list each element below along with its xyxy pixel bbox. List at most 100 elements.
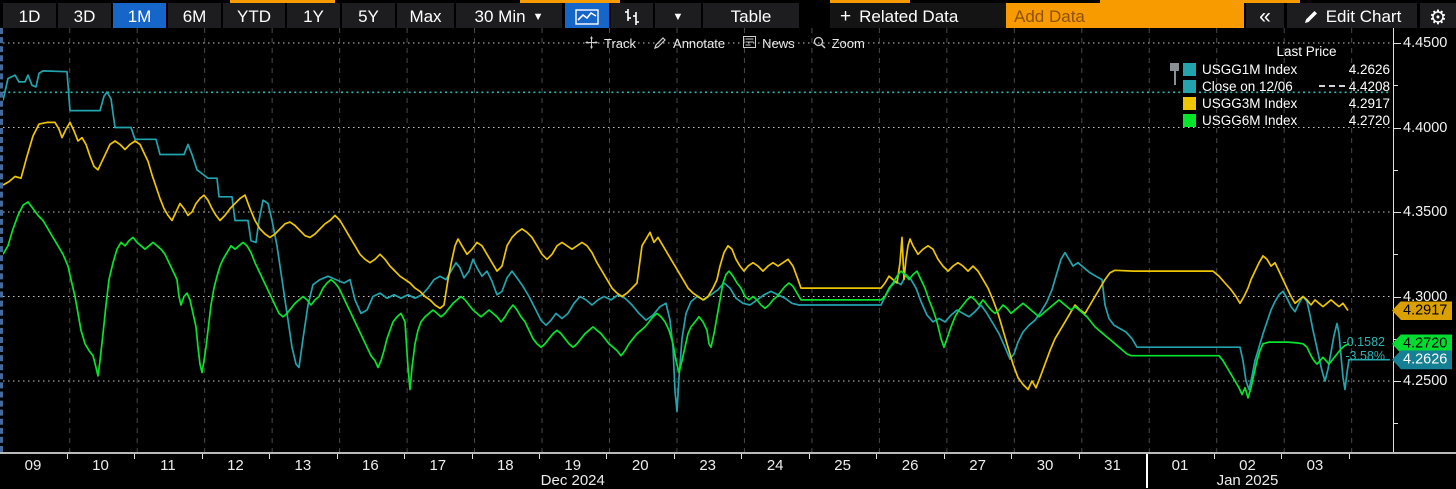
line-chart-type-button[interactable]: [565, 3, 609, 31]
x-axis-tick: [337, 454, 338, 459]
news-label: News: [762, 36, 795, 51]
x-axis-label: 12: [227, 457, 244, 474]
x-axis-tick: [539, 454, 540, 459]
x-axis-tick: [472, 454, 473, 459]
y-axis-label: 4.4000: [1403, 120, 1447, 136]
news-icon: [743, 36, 756, 51]
x-axis-tick: [404, 454, 405, 459]
x-axis-tick: [1011, 454, 1012, 459]
zoom-button[interactable]: Zoom: [813, 36, 865, 52]
top-toolbar: 1D3D1M6MYTD1Y5YMax 30 Min ▼ ▼ Table + Re…: [0, 0, 1456, 31]
y-axis-minor-tick: [1393, 423, 1398, 424]
series-swatch: [1183, 63, 1196, 76]
x-axis-label: 10: [92, 457, 109, 474]
y-axis-tick: [1393, 43, 1401, 44]
y-axis-tick: [1393, 128, 1401, 129]
net-change-label: -3.58%: [1325, 349, 1385, 363]
annotate-icon: [654, 36, 667, 52]
settings-gear-button[interactable]: ⚙: [1420, 3, 1456, 31]
range-button-1y[interactable]: 1Y: [287, 3, 340, 31]
range-button-1d[interactable]: 1D: [3, 3, 56, 31]
series-label: USGG6M Index: [1202, 113, 1349, 128]
x-axis-label: 24: [767, 457, 784, 474]
x-axis-label: 18: [497, 457, 514, 474]
x-axis-label: 09: [25, 457, 42, 474]
x-axis-label: 23: [699, 457, 716, 474]
series-label: Close on 12/06: [1202, 79, 1319, 94]
add-data-input[interactable]: [1006, 3, 1244, 31]
interval-dropdown[interactable]: 30 Min ▼: [456, 3, 562, 31]
y-axis-line: [1393, 28, 1394, 452]
x-axis-label: 16: [362, 457, 379, 474]
related-data-label: Related Data: [859, 7, 958, 27]
price-chart[interactable]: -0.1582-3.58%: [0, 28, 1390, 452]
x-axis-tick: [1349, 454, 1350, 459]
y-axis-tick: [1393, 297, 1401, 298]
track-icon: [585, 36, 598, 52]
table-button[interactable]: Table: [703, 3, 799, 31]
x-axis-tick: [876, 454, 877, 459]
annotate-button[interactable]: Annotate: [654, 36, 725, 52]
x-axis-tick: [606, 454, 607, 459]
edit-chart-label: Edit Chart: [1326, 7, 1402, 27]
x-axis-label: 03: [1307, 457, 1324, 474]
range-button-1m[interactable]: 1M: [113, 3, 166, 31]
chart-hover-toolbar: Track Annotate News Zoom: [585, 33, 865, 54]
legend-row[interactable]: USGG3M Index4.2917: [1183, 95, 1390, 111]
chart-legend[interactable]: Last Price USGG1M Index4.2626Close on 12…: [1183, 44, 1390, 129]
y-axis-label: 4.2500: [1403, 373, 1447, 389]
annotate-label: Annotate: [673, 36, 725, 51]
dashed-line-indicator: [1319, 85, 1345, 87]
month-label: Dec 2024: [541, 472, 605, 489]
x-axis-label: 11: [160, 457, 176, 474]
y-axis-label: 4.3500: [1403, 204, 1447, 220]
x-axis: 0910111213161718192023242526273031010203…: [0, 452, 1456, 486]
legend-row[interactable]: USGG6M Index4.2720: [1183, 112, 1390, 128]
x-axis-tick: [67, 454, 68, 459]
x-axis-label: 25: [834, 457, 851, 474]
bar-chart-type-button[interactable]: [611, 3, 653, 31]
x-axis-tick: [134, 454, 135, 459]
zoom-label: Zoom: [832, 36, 865, 51]
related-data-button[interactable]: + Related Data: [830, 3, 1006, 31]
interval-label: 30 Min: [475, 7, 526, 27]
table-button-label: Table: [731, 7, 772, 27]
series-value: 4.2720: [1349, 113, 1390, 128]
pin-icon[interactable]: [1169, 62, 1181, 88]
x-axis-tick: [809, 454, 810, 459]
x-axis-label: 31: [1104, 457, 1121, 474]
x-axis-label: 20: [632, 457, 649, 474]
chart-type-dropdown[interactable]: ▼: [655, 3, 701, 31]
range-button-max[interactable]: Max: [397, 3, 454, 31]
x-axis-label: 13: [295, 457, 312, 474]
series-swatch: [1183, 80, 1196, 93]
ohlc-bars-icon: [622, 8, 642, 26]
x-axis-label: 17: [429, 457, 446, 474]
chevron-down-icon: ▼: [673, 11, 684, 23]
track-label: Track: [604, 36, 636, 51]
series-label: USGG1M Index: [1202, 62, 1349, 77]
edit-chart-button[interactable]: Edit Chart: [1287, 3, 1417, 31]
y-axis-minor-tick: [1393, 170, 1398, 171]
net-change-label: -0.1582: [1325, 335, 1385, 349]
range-button-5y[interactable]: 5Y: [342, 3, 395, 31]
legend-row[interactable]: Close on 12/064.4208: [1183, 78, 1390, 94]
series-label: USGG3M Index: [1202, 96, 1349, 111]
x-axis-tick: [741, 454, 742, 459]
price-badge: 4.2626: [1392, 350, 1452, 369]
line-chart-icon: [575, 9, 599, 25]
y-axis-minor-tick: [1393, 254, 1398, 255]
collapse-button[interactable]: «: [1246, 3, 1284, 31]
month-label: Jan 2025: [1217, 472, 1279, 489]
gear-icon: ⚙: [1429, 5, 1447, 30]
range-button-6m[interactable]: 6M: [168, 3, 221, 31]
range-button-ytd[interactable]: YTD: [223, 3, 285, 31]
news-button[interactable]: News: [743, 36, 795, 51]
range-button-3d[interactable]: 3D: [58, 3, 111, 31]
track-button[interactable]: Track: [585, 36, 636, 52]
y-axis-label: 4.4500: [1403, 35, 1447, 51]
x-axis-label: 26: [902, 457, 919, 474]
year-separator: [1146, 454, 1148, 488]
y-axis-tick: [1393, 212, 1401, 213]
legend-row[interactable]: USGG1M Index4.2626: [1183, 61, 1390, 77]
